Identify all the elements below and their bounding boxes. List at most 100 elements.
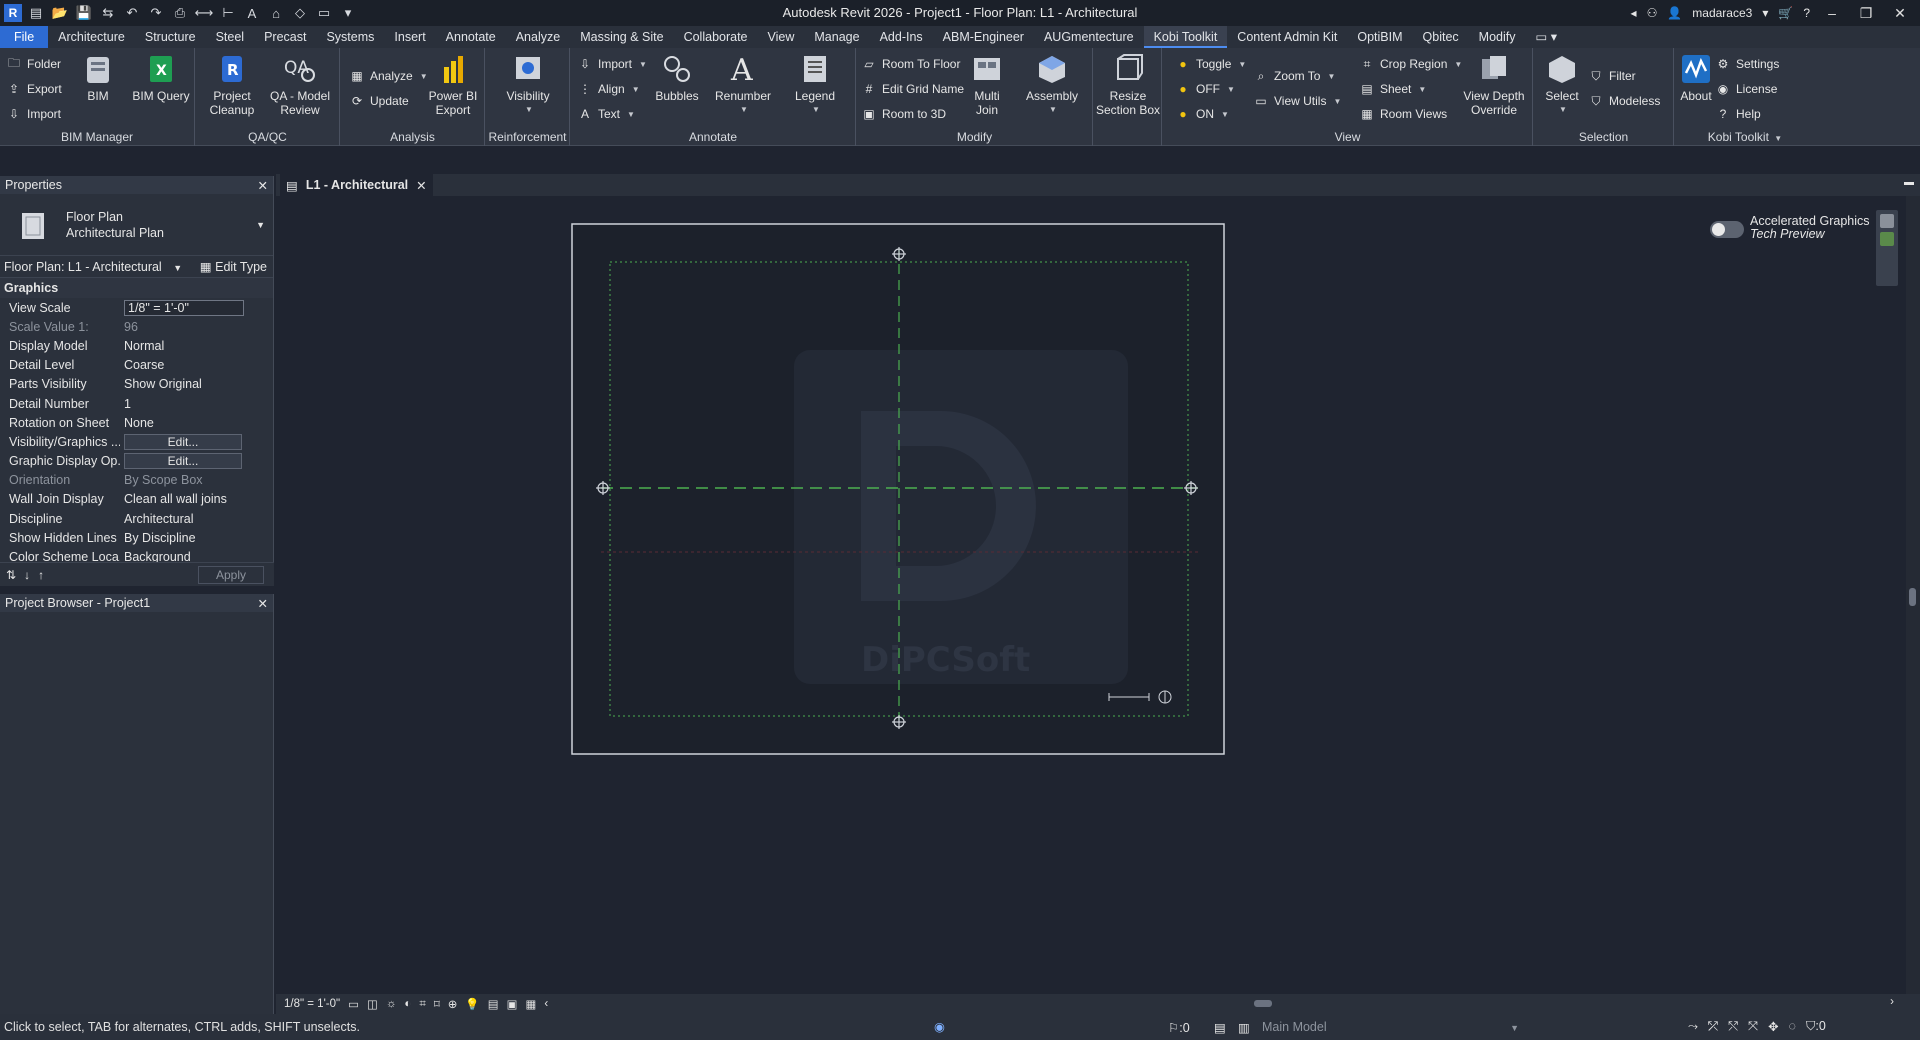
property-value[interactable]: 1/8" = 1'-0" bbox=[120, 299, 273, 316]
reveal-hidden-icon[interactable]: ▤ bbox=[488, 997, 499, 1011]
property-row[interactable]: Parts Visibility Show Original bbox=[0, 375, 273, 394]
property-value[interactable]: Show Original bbox=[120, 377, 273, 391]
property-row[interactable]: Graphic Display Op... Edit... bbox=[0, 452, 273, 471]
text-icon[interactable]: A bbox=[242, 3, 262, 23]
home-icon[interactable]: ▤ bbox=[26, 3, 46, 23]
help-icon[interactable]: ? bbox=[1803, 6, 1810, 20]
property-value[interactable]: 96 bbox=[120, 320, 273, 334]
worksharing-status-icon[interactable]: ◉ bbox=[934, 1019, 945, 1034]
search-arrow-icon[interactable]: ◂ bbox=[1631, 6, 1637, 20]
resize-section-box-button[interactable]: Resize Section Box bbox=[1096, 52, 1160, 117]
restore-button[interactable]: ❐ bbox=[1854, 5, 1878, 22]
scroll-right-icon[interactable]: › bbox=[1890, 996, 1894, 1008]
tab-modify[interactable]: Modify bbox=[1469, 26, 1526, 48]
tab-l1-architectural[interactable]: ▤ L1 - Architectural ✕ bbox=[280, 174, 433, 196]
property-row[interactable]: Visibility/Graphics ... Edit... bbox=[0, 432, 273, 451]
ribbon-options-icon[interactable]: ▭ ▾ bbox=[1525, 26, 1567, 48]
customize-qat-icon[interactable]: ▾ bbox=[338, 3, 358, 23]
view-utils-button[interactable]: ▭ View Utils ▼ bbox=[1253, 91, 1341, 111]
import-button[interactable]: ⇩ Import bbox=[6, 104, 61, 124]
vertical-scrollbar[interactable] bbox=[1906, 196, 1920, 994]
crop-view-icon[interactable]: ⌗ bbox=[419, 998, 425, 1011]
type-dropdown-icon[interactable]: ▼ bbox=[256, 220, 265, 230]
print-icon[interactable]: ⎙ bbox=[170, 3, 190, 23]
tab-architecture[interactable]: Architecture bbox=[48, 26, 135, 48]
bim-button[interactable]: BIM bbox=[78, 52, 118, 103]
analyze-button[interactable]: ▦ Analyze ▼ bbox=[349, 66, 427, 86]
accelerated-graphics-toggle[interactable] bbox=[1710, 221, 1744, 238]
modeless-button[interactable]: ⛉ Modeless bbox=[1588, 91, 1660, 111]
measure-icon[interactable]: ⟷ bbox=[194, 3, 214, 23]
select-underlay-icon[interactable]: ⤱ bbox=[1708, 1019, 1718, 1034]
steering-wheel-icon[interactable] bbox=[1880, 214, 1894, 228]
property-row[interactable]: Display Model Normal bbox=[0, 336, 273, 355]
tab-annotate[interactable]: Annotate bbox=[436, 26, 506, 48]
view-scale-field[interactable]: 1/8" = 1'-0" bbox=[124, 299, 244, 316]
settings-button[interactable]: ⚙ Settings bbox=[1715, 54, 1780, 74]
tab-structure[interactable]: Structure bbox=[135, 26, 206, 48]
edit-button[interactable]: Edit... bbox=[124, 453, 242, 470]
property-row[interactable]: Wall Join Display Clean all wall joins bbox=[0, 490, 273, 509]
folder-button[interactable]: 🗀 Folder bbox=[6, 54, 61, 74]
close-icon[interactable]: ✕ bbox=[258, 596, 268, 611]
view-scale[interactable]: 1/8" = 1'-0" bbox=[284, 998, 340, 1010]
tab-massing-site[interactable]: Massing & Site bbox=[570, 26, 673, 48]
property-value[interactable]: Architectural bbox=[120, 512, 273, 526]
dimension-icon[interactable]: ⊢ bbox=[218, 3, 238, 23]
apply-button[interactable]: Apply bbox=[198, 565, 264, 584]
project-cleanup-button[interactable]: R Project Cleanup bbox=[204, 52, 260, 117]
export-button[interactable]: ⇪ Export bbox=[6, 79, 62, 99]
annotate-import-button[interactable]: ⇩ Import ▼ bbox=[577, 54, 647, 74]
edit-type-button[interactable]: ▦ Edit Type bbox=[200, 259, 267, 274]
user-icon[interactable]: 👤 bbox=[1667, 6, 1682, 20]
property-value[interactable]: By Discipline bbox=[120, 531, 273, 545]
unlock-3d-icon[interactable]: ⊕ bbox=[448, 997, 458, 1011]
property-row[interactable]: Orientation By Scope Box bbox=[0, 471, 273, 490]
type-selector[interactable]: Floor Plan Architectural Plan ▼ bbox=[0, 194, 273, 256]
editable-only-icon[interactable]: ▤ bbox=[1214, 1020, 1226, 1035]
tab-optibim[interactable]: OptiBIM bbox=[1347, 26, 1412, 48]
shadows-icon[interactable]: ◐ bbox=[404, 998, 411, 1010]
undo-icon[interactable]: ↶ bbox=[122, 3, 142, 23]
room-to-3d-button[interactable]: ▣ Room to 3D bbox=[861, 104, 946, 124]
tab-systems[interactable]: Systems bbox=[316, 26, 384, 48]
property-row[interactable]: Detail Level Coarse bbox=[0, 356, 273, 375]
renumber-button[interactable]: A Renumber ▼ bbox=[711, 52, 775, 117]
tab-manage[interactable]: Manage bbox=[804, 26, 869, 48]
legend-button[interactable]: Legend ▼ bbox=[783, 52, 847, 117]
temp-hide-icon[interactable]: 💡 bbox=[465, 997, 479, 1011]
property-value[interactable]: 1 bbox=[120, 397, 273, 411]
close-icon[interactable]: ✕ bbox=[416, 178, 426, 193]
text-button[interactable]: A Text ▼ bbox=[577, 104, 635, 124]
off-button[interactable]: ● OFF ▼ bbox=[1175, 79, 1235, 99]
zoom-region-icon[interactable] bbox=[1880, 232, 1894, 246]
property-value[interactable]: Clean all wall joins bbox=[120, 492, 273, 506]
power-bi-export-button[interactable]: Power BI Export bbox=[425, 52, 481, 117]
vertical-scroll-thumb[interactable] bbox=[1909, 588, 1916, 606]
sort-icon[interactable]: ⇅ bbox=[6, 568, 16, 582]
graphics-group-header[interactable]: Graphics bbox=[0, 278, 273, 298]
detail-level-icon[interactable]: ▭ bbox=[348, 997, 359, 1011]
property-row[interactable]: View Scale 1/8" = 1'-0" bbox=[0, 298, 273, 317]
property-value[interactable]: Normal bbox=[120, 339, 273, 353]
select-button[interactable]: Select ▼ bbox=[1540, 52, 1584, 117]
property-row[interactable]: Detail Number 1 bbox=[0, 394, 273, 413]
property-value[interactable]: By Scope Box bbox=[120, 473, 273, 487]
filter-icon[interactable]: ⛉:0 bbox=[1806, 1019, 1826, 1034]
horizontal-scroll-thumb[interactable] bbox=[1254, 1000, 1272, 1007]
tab-abm-engineer[interactable]: ABM-Engineer bbox=[933, 26, 1034, 48]
sort-asc-icon[interactable]: ↓ bbox=[24, 568, 30, 582]
property-row[interactable]: Rotation on Sheet None bbox=[0, 413, 273, 432]
background-process-icon[interactable]: ◌ bbox=[1789, 1019, 1796, 1034]
edit-button[interactable]: Edit... bbox=[124, 433, 242, 450]
assembly-button[interactable]: Assembly ▼ bbox=[1023, 52, 1081, 117]
about-button[interactable]: About bbox=[1675, 52, 1717, 103]
drawing-canvas[interactable]: DiPCSoft Accelerated Graphics Tech Previ… bbox=[276, 196, 1906, 994]
crop-region-button[interactable]: ⌗ Crop Region ▼ bbox=[1359, 54, 1463, 74]
tab-steel[interactable]: Steel bbox=[206, 26, 255, 48]
property-value[interactable]: None bbox=[120, 416, 273, 430]
instance-selector[interactable]: Floor Plan: L1 - Architectural ▼ bbox=[4, 260, 182, 274]
qa-model-review-button[interactable]: QA QA - Model Review bbox=[262, 52, 338, 117]
3d-view-icon[interactable]: ⌂ bbox=[266, 3, 286, 23]
tab-collaborate[interactable]: Collaborate bbox=[674, 26, 758, 48]
